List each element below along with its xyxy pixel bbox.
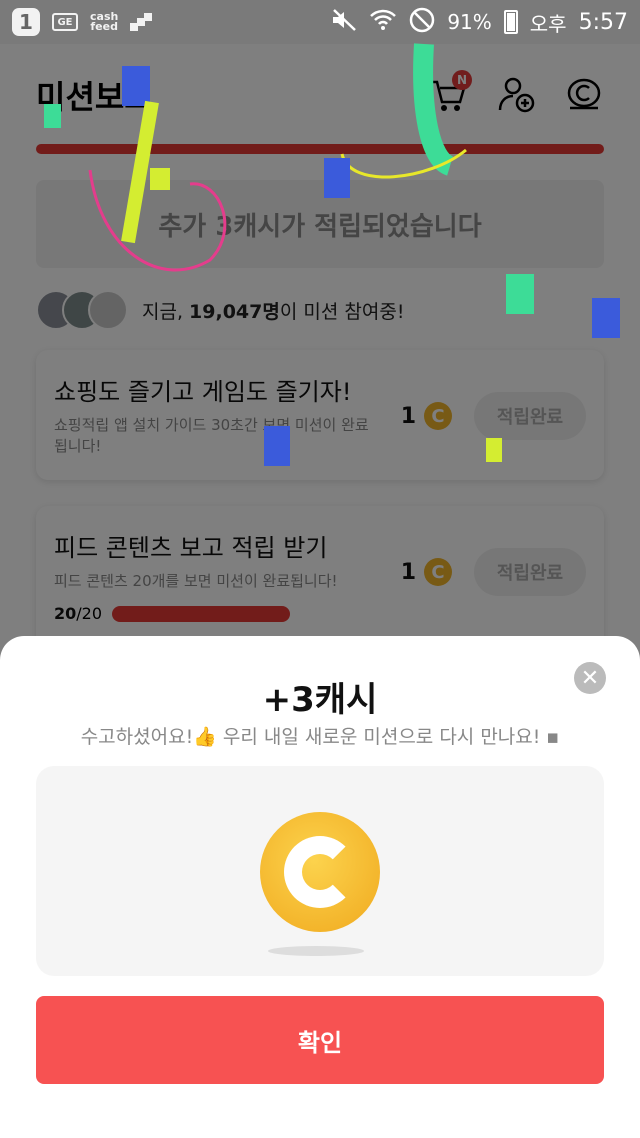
status-bar: 1 GE cash feed 91% 오후 5:57 xyxy=(0,0,640,44)
coin-shadow xyxy=(268,946,364,956)
battery-percent: 91% xyxy=(447,10,492,34)
cashfeed-notification-icon: cash feed xyxy=(90,11,118,33)
confirm-button[interactable]: 확인 xyxy=(36,996,604,1084)
clock: 5:57 xyxy=(578,9,628,35)
coin-illustration-box xyxy=(36,766,604,976)
cashfeed-line2: feed xyxy=(90,20,118,33)
battery-icon xyxy=(503,10,518,34)
reward-amount-title: +3캐시 xyxy=(262,680,378,720)
ge-notification-icon: GE xyxy=(52,13,78,31)
steps-notification-icon xyxy=(130,13,153,31)
app-notification-icon: 1 xyxy=(12,8,40,36)
gold-coin-icon xyxy=(260,812,380,932)
reward-message: 수고하셨어요!👍 우리 내일 새로운 미션으로 다시 만나요! ▪ xyxy=(80,726,560,748)
ampm-label: 오후 xyxy=(529,11,567,36)
do-not-disturb-icon xyxy=(409,7,435,38)
reward-bottom-sheet: ✕ +3캐시 수고하셨어요!👍 우리 내일 새로운 미션으로 다시 만나요! ▪… xyxy=(0,636,640,1138)
wifi-icon xyxy=(369,8,397,37)
mute-icon xyxy=(331,8,357,36)
